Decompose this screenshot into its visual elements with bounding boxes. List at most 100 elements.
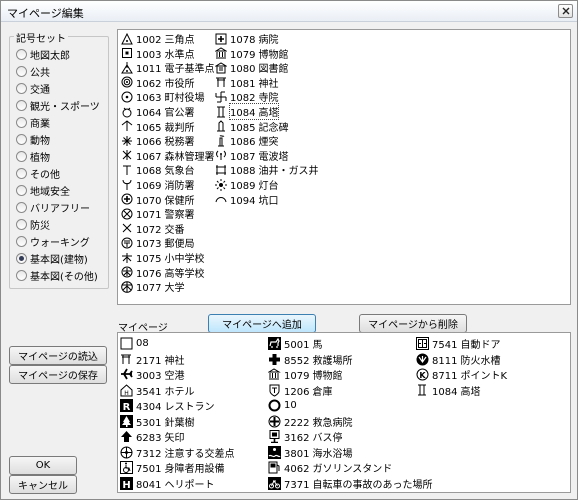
list-item[interactable]: 1084 高塔 <box>416 383 480 398</box>
list-item[interactable]: 8552 救護場所 <box>268 352 352 367</box>
item-name: 防火水槽 <box>460 355 501 367</box>
save-mypage-button[interactable]: マイページの保存 <box>9 365 107 384</box>
mypage-list[interactable]: 08 2171 神社 3003 空港 H 3541 ホテル R 4304 レストラン 5301 針葉樹 6… <box>117 332 571 493</box>
list-item[interactable]: 1002 三角点 <box>121 32 194 46</box>
list-item[interactable]: 1085 記念碑 <box>215 120 288 134</box>
item-name: 神社 <box>258 78 279 90</box>
list-item[interactable]: 5001 馬 <box>268 336 322 351</box>
list-item[interactable]: 1063 町村役場 <box>121 90 204 104</box>
load-mypage-button[interactable]: マイページの読込 <box>9 346 107 365</box>
radio-button[interactable] <box>16 253 27 264</box>
list-item[interactable]: 1076 高等学校 <box>121 266 204 280</box>
list-item[interactable]: 7501 身障者用設備 <box>120 460 224 475</box>
list-item[interactable]: 1072 交番 <box>121 222 184 236</box>
list-item[interactable]: 1206 倉庫 <box>268 383 332 398</box>
list-item[interactable]: 3801 海水浴場 <box>268 445 352 460</box>
radio-option[interactable]: 交通 <box>16 82 50 96</box>
list-item[interactable]: 1073 郵便局 <box>121 236 194 250</box>
radio-option[interactable]: 観光・スポーツ <box>16 99 100 113</box>
radio-button[interactable] <box>16 270 27 281</box>
list-item[interactable]: 1064 官公署 <box>121 105 194 119</box>
list-item[interactable]: 3003 空港 <box>120 367 184 382</box>
list-item[interactable]: 1075 小中学校 <box>121 251 204 265</box>
list-item[interactable]: 1062 市役所 <box>121 76 194 90</box>
list-item[interactable]: 1069 消防署 <box>121 178 194 192</box>
monument-icon <box>215 120 227 132</box>
list-item[interactable]: K 8711 ポイントK <box>416 367 507 382</box>
radio-option[interactable]: バリアフリー <box>16 201 90 215</box>
radio-button[interactable] <box>16 185 27 196</box>
list-item[interactable]: R 4304 レストラン <box>120 398 214 413</box>
list-item[interactable]: 1078 病院 <box>215 32 278 46</box>
list-item[interactable]: 1082 寺院 <box>215 90 278 104</box>
list-item[interactable]: 2222 救急病院 <box>268 414 352 429</box>
radio-option[interactable]: 地域安全 <box>16 184 70 198</box>
radio-button[interactable] <box>16 134 27 145</box>
radio-button[interactable] <box>16 151 27 162</box>
list-item[interactable]: 1066 税務署 <box>121 134 194 148</box>
radio-option[interactable]: 基本図(その他) <box>16 269 98 283</box>
list-item[interactable]: 4062 ガソリンスタンド <box>268 460 392 475</box>
list-item[interactable]: 1068 気象台 <box>121 163 194 177</box>
list-item[interactable]: 1079 博物館 <box>268 367 342 382</box>
list-item[interactable]: 1094 坑口 <box>215 193 278 207</box>
school-icon <box>121 252 133 264</box>
antenna-triangle-icon <box>121 61 133 74</box>
radio-button[interactable] <box>16 202 27 213</box>
radio-option[interactable]: 植物 <box>16 150 50 164</box>
list-item[interactable]: H 8041 ヘリポート <box>120 476 214 491</box>
list-item[interactable]: 1011 電子基準点 <box>121 61 214 75</box>
list-item[interactable]: 7371 自転車の事故のあった場所 <box>268 476 432 491</box>
list-item[interactable]: 1089 灯台 <box>215 178 278 192</box>
item-code: 1080 <box>230 64 256 76</box>
list-item[interactable]: 8111 防火水槽 <box>416 352 500 367</box>
radio-option[interactable]: 公共 <box>16 65 50 79</box>
list-item[interactable]: 7312 注意する交差点 <box>120 445 234 460</box>
ok-button[interactable]: OK <box>9 456 77 475</box>
list-item[interactable]: 1070 保健所 <box>121 193 194 207</box>
radio-option[interactable]: 動物 <box>16 133 50 147</box>
close-button[interactable] <box>558 4 573 18</box>
list-item[interactable]: 1088 油井・ガス井 <box>215 163 318 177</box>
add-to-mypage-button[interactable]: マイページへ追加 <box>208 314 316 333</box>
radio-button[interactable] <box>16 100 27 111</box>
list-item[interactable]: 10 <box>268 398 300 413</box>
list-item[interactable]: 5301 針葉樹 <box>120 414 194 429</box>
list-item[interactable]: 1087 電波塔 <box>215 149 288 163</box>
radio-button[interactable] <box>16 168 27 179</box>
list-item[interactable]: 1071 警察署 <box>121 207 194 221</box>
list-item[interactable]: 1003 水準点 <box>121 47 194 61</box>
radio-button[interactable] <box>16 83 27 94</box>
symbol-list[interactable]: 1002 三角点 1003 水準点 1011 電子基準点 1062 市役所 1063 町村役場 10… <box>117 29 571 305</box>
item-code: 4304 <box>136 402 162 413</box>
list-item[interactable]: 1086 煙突 <box>215 134 278 148</box>
radio-button[interactable] <box>16 49 27 60</box>
list-item[interactable]: 1084 高塔 <box>215 103 280 120</box>
radio-option[interactable]: その他 <box>16 167 60 181</box>
list-item[interactable]: 3162 バス停 <box>268 429 342 444</box>
radio-option[interactable]: 地図太郎 <box>16 48 70 62</box>
list-item[interactable]: 1065 裁判所 <box>121 120 194 134</box>
radio-option[interactable]: 商業 <box>16 116 50 130</box>
list-item[interactable]: 7541 自動ドア <box>416 336 500 351</box>
list-item[interactable]: H 3541 ホテル <box>120 383 194 398</box>
list-item[interactable]: 1079 博物館 <box>215 47 288 61</box>
item-code: 3162 <box>284 433 310 444</box>
radio-button[interactable] <box>16 117 27 128</box>
radio-button[interactable] <box>16 219 27 230</box>
cancel-button[interactable]: キャンセル <box>9 475 77 494</box>
list-item[interactable]: 2171 神社 <box>120 352 184 367</box>
radio-button[interactable] <box>16 66 27 77</box>
radio-option[interactable]: 防災 <box>16 218 50 232</box>
radio-option[interactable]: 基本図(建物) <box>16 252 88 266</box>
item-code: 1206 <box>284 386 310 398</box>
radio-option[interactable]: ウォーキング <box>16 235 90 249</box>
list-item[interactable]: 1081 神社 <box>215 76 279 90</box>
list-item[interactable]: 1077 大学 <box>121 280 184 294</box>
remove-from-mypage-button[interactable]: マイページから削除 <box>359 314 467 333</box>
list-item[interactable]: 1080 図書館 <box>215 61 288 76</box>
list-item[interactable]: 08 <box>120 336 152 351</box>
list-item[interactable]: 1067 森林管理署 <box>121 149 214 163</box>
radio-button[interactable] <box>16 236 27 247</box>
list-item[interactable]: 6283 矢印 <box>120 429 184 444</box>
